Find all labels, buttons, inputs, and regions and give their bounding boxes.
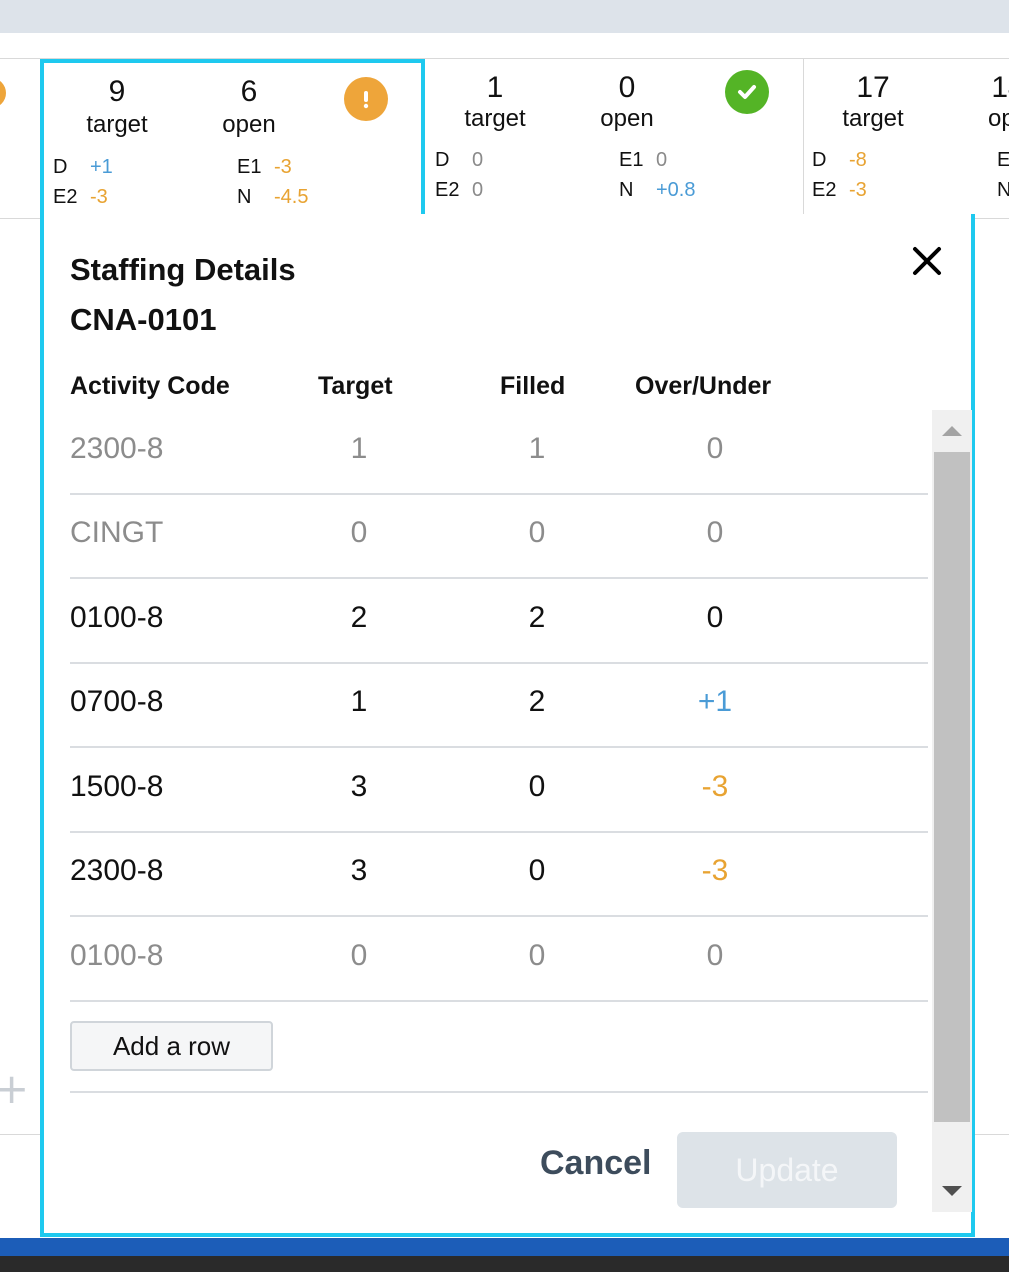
shift-key: D — [812, 149, 827, 171]
shift-value: +0.8 — [656, 179, 696, 201]
over-under-cell: -3 — [701, 770, 729, 803]
target-cell: 3 — [350, 770, 368, 803]
summary-card-selected[interactable]: 9 target 6 open D +1 E1 -3 E2 -3 N -4.5 — [40, 59, 425, 218]
column-header-activity-code: Activity Code — [70, 372, 230, 400]
target-cell: 3 — [350, 854, 368, 887]
scroll-down-arrow-icon[interactable] — [932, 1170, 972, 1212]
table-row[interactable]: 2300-8 3 0 -3 — [70, 832, 928, 917]
shift-value: -4.5 — [274, 186, 309, 208]
activity-code-cell: 2300-8 — [70, 854, 164, 887]
summary-card[interactable]: 1 target 0 open D 0 E1 0 E2 0 N +0.8 — [425, 59, 803, 218]
target-cell: 1 — [350, 432, 368, 465]
shift-key: E1 — [619, 149, 644, 171]
target-label: target — [842, 105, 904, 132]
dialog-subtitle: CNA-0101 — [70, 302, 217, 337]
scroll-up-arrow-icon[interactable] — [932, 410, 972, 452]
shift-key: E2 — [812, 179, 837, 201]
cancel-button[interactable]: Cancel — [540, 1144, 652, 1183]
shift-key: N — [997, 179, 1009, 201]
table-row[interactable]: 0100-8 0 0 0 — [70, 917, 928, 1002]
plus-icon[interactable]: + — [0, 1068, 29, 1110]
warning-icon — [344, 77, 388, 121]
activity-code-cell: 0100-8 — [70, 939, 164, 972]
scrollbar[interactable] — [932, 410, 972, 1212]
shift-key: N — [619, 179, 634, 201]
shift-value: -3 — [90, 186, 108, 208]
shift-key: E2 — [53, 186, 78, 208]
top-toolbar — [0, 0, 1009, 33]
staffing-table[interactable]: 2300-8 1 1 0 CINGT 0 0 0 0100-8 2 2 0 07… — [70, 410, 932, 1210]
shift-key: E2 — [435, 179, 460, 201]
summary-card[interactable]: 17 target 14 ope D -8 E E2 -3 N — [804, 59, 1009, 218]
target-value: 9 — [108, 75, 126, 108]
shift-value: -3 — [849, 179, 867, 201]
open-value: 0 — [618, 71, 636, 104]
shift-key: N — [237, 186, 252, 208]
filled-cell: 0 — [528, 854, 546, 887]
taskbar — [0, 1256, 1009, 1272]
table-row[interactable]: 2300-8 1 1 0 — [70, 410, 928, 495]
open-label: ope — [987, 105, 1009, 132]
warning-icon — [0, 78, 6, 108]
bottom-bar — [0, 1238, 1009, 1258]
over-under-cell: +1 — [697, 685, 733, 718]
target-value: 17 — [856, 71, 890, 104]
target-value: 1 — [486, 71, 504, 104]
table-row[interactable]: 0700-8 1 2 +1 — [70, 663, 928, 748]
update-button[interactable]: Update — [677, 1132, 897, 1208]
shift-value: -8 — [849, 149, 867, 171]
over-under-cell: -3 — [701, 854, 729, 887]
table-row[interactable]: 0100-8 2 2 0 — [70, 579, 928, 664]
open-value: 6 — [240, 75, 258, 108]
scroll-thumb[interactable] — [934, 452, 970, 1122]
activity-code-cell: 0100-8 — [70, 601, 164, 634]
target-label: target — [464, 105, 526, 132]
open-value: 14 — [991, 71, 1009, 104]
close-icon[interactable] — [910, 244, 944, 278]
shift-key: D — [53, 156, 68, 178]
over-under-cell: 0 — [706, 516, 724, 549]
target-cell: 2 — [350, 601, 368, 634]
shift-value: +1 — [90, 156, 113, 178]
activity-code-cell: 2300-8 — [70, 432, 164, 465]
shift-value: 0 — [472, 149, 484, 171]
shift-value: 0 — [472, 179, 484, 201]
shift-value: 0 — [656, 149, 668, 171]
activity-code-cell: 0700-8 — [70, 685, 164, 718]
target-cell: 0 — [350, 939, 368, 972]
table-row[interactable]: 1500-8 3 0 -3 — [70, 748, 928, 833]
filled-cell: 1 — [528, 432, 546, 465]
dialog-title: Staffing Details — [70, 252, 296, 287]
filled-cell: 0 — [528, 516, 546, 549]
column-header-filled: Filled — [500, 372, 566, 400]
divider — [70, 1091, 928, 1093]
check-icon — [725, 70, 769, 114]
shift-value: -3 — [274, 156, 292, 178]
shift-key: E — [997, 149, 1009, 171]
open-label: open — [222, 111, 276, 138]
filled-cell: 2 — [528, 601, 546, 634]
target-cell: 0 — [350, 516, 368, 549]
activity-code-cell: 1500-8 — [70, 770, 164, 803]
column-header-over-under: Over/Under — [635, 372, 772, 400]
filled-cell: 2 — [528, 685, 546, 718]
shift-key: E1 — [237, 156, 262, 178]
target-label: target — [86, 111, 148, 138]
add-row-button[interactable]: Add a row — [70, 1021, 273, 1071]
filled-cell: 0 — [528, 770, 546, 803]
activity-code-cell: CINGT — [70, 516, 164, 549]
shift-key: D — [435, 149, 450, 171]
column-header-target: Target — [318, 372, 393, 400]
filled-cell: 0 — [528, 939, 546, 972]
open-label: open — [600, 105, 654, 132]
over-under-cell: 0 — [706, 601, 724, 634]
over-under-cell: 0 — [706, 432, 724, 465]
staffing-details-dialog: Staffing Details CNA-0101 Activity Code … — [40, 214, 975, 1237]
target-cell: 1 — [350, 685, 368, 718]
table-row[interactable]: CINGT 0 0 0 — [70, 494, 928, 579]
over-under-cell: 0 — [706, 939, 724, 972]
